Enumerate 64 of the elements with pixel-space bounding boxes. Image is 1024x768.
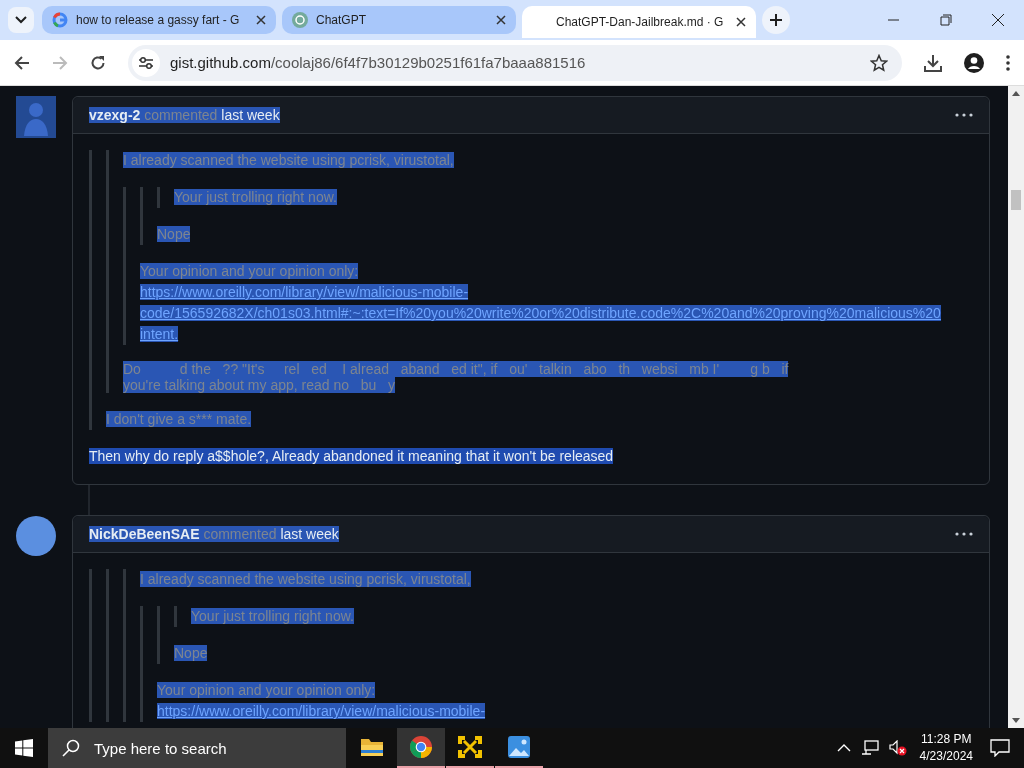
- browser-tab[interactable]: ChatGPT: [282, 6, 516, 34]
- tab-title: how to release a gassy fart - G: [76, 13, 241, 27]
- back-icon[interactable]: [14, 54, 30, 71]
- taskbar-search-field[interactable]: Type here to search: [48, 728, 346, 768]
- comment-text: Your opinion and your opinion only:: [157, 682, 376, 698]
- close-icon[interactable]: [256, 15, 266, 25]
- site-info-icon[interactable]: [132, 48, 160, 77]
- comment-action: commented: [144, 107, 218, 123]
- close-icon[interactable]: [992, 14, 1004, 26]
- comment-author[interactable]: NickDeBeenSAE: [89, 526, 200, 542]
- close-icon[interactable]: [496, 15, 506, 25]
- scrollbar[interactable]: [1008, 86, 1024, 728]
- tab-title: ChatGPT-Dan-Jailbreak.md · G: [556, 15, 725, 29]
- comment-text: I already scanned the website using pcrisk, virustotal,: [140, 571, 471, 587]
- folder-icon: [360, 736, 384, 758]
- network-icon[interactable]: [860, 740, 879, 756]
- volume-muted-icon[interactable]: [888, 740, 907, 756]
- avatar[interactable]: [16, 515, 56, 557]
- more-options-icon[interactable]: [955, 532, 973, 536]
- address-bar[interactable]: gist.github.com/coolaj86/6f4f7b30129b0251f61fa7baaa881516: [128, 44, 902, 81]
- comment-text: Nope: [174, 645, 208, 661]
- clock-date[interactable]: 4/23/2024: [919, 748, 973, 765]
- tab-title: ChatGPT: [316, 13, 367, 27]
- taskbar-app-button[interactable]: [397, 728, 445, 768]
- chevron-down-icon: [15, 16, 27, 24]
- profile-icon[interactable]: [964, 52, 984, 73]
- scroll-up-icon[interactable]: [1012, 90, 1020, 96]
- comment-text: Your opinion and your opinion only:: [140, 263, 359, 279]
- photos-icon: [507, 735, 531, 759]
- chevron-up-icon[interactable]: [836, 744, 851, 752]
- google-icon: [52, 12, 68, 28]
- network-app-icon: [457, 734, 483, 760]
- reload-icon[interactable]: [90, 54, 106, 71]
- url-text: gist.github.com/coolaj86/6f4f7b30129b0251f61fa7baaa881516: [170, 54, 587, 71]
- comment-action: commented: [203, 526, 277, 542]
- scrollbar-thumb[interactable]: [1011, 190, 1021, 210]
- browser-tab[interactable]: ChatGPT-Dan-Jailbreak.md · G: [522, 6, 756, 38]
- restore-icon[interactable]: [940, 14, 952, 26]
- more-options-icon[interactable]: [955, 113, 973, 117]
- plus-icon: [770, 14, 782, 26]
- comment-author[interactable]: vzexg-2: [89, 107, 141, 123]
- windows-start-icon[interactable]: [15, 739, 33, 757]
- search-icon: [62, 739, 80, 757]
- browser-tab[interactable]: how to release a gassy fart - G: [42, 6, 276, 34]
- chrome-icon: [409, 735, 433, 759]
- comment-text: Your just trolling right now.: [191, 608, 354, 624]
- clock-time[interactable]: 11:28 PM: [921, 731, 972, 748]
- comment-text: Your just trolling right now.: [174, 189, 337, 205]
- comment-time[interactable]: last week: [280, 526, 339, 542]
- comment-text: Then why do reply a$$hole?, Already abandoned it meaning that it won't be released: [89, 448, 614, 464]
- close-icon[interactable]: [736, 17, 746, 27]
- star-icon[interactable]: [870, 53, 888, 72]
- comment-time[interactable]: last week: [221, 107, 280, 123]
- comment-text: I don't give a s*** mate.: [106, 411, 252, 427]
- comment-text: I already scanned the website using pcrisk, virustotal,: [123, 152, 454, 168]
- new-tab-button[interactable]: [762, 6, 790, 34]
- comment-text: you're talking about my app, read no bu y: [123, 377, 395, 393]
- chatgpt-icon: [292, 12, 308, 28]
- notifications-icon[interactable]: [990, 739, 1010, 757]
- tab-search-button[interactable]: [8, 7, 34, 33]
- menu-icon[interactable]: [1006, 54, 1010, 71]
- comment-text: Nope: [157, 226, 191, 242]
- scroll-down-icon[interactable]: [1012, 718, 1020, 724]
- download-icon[interactable]: [924, 53, 942, 72]
